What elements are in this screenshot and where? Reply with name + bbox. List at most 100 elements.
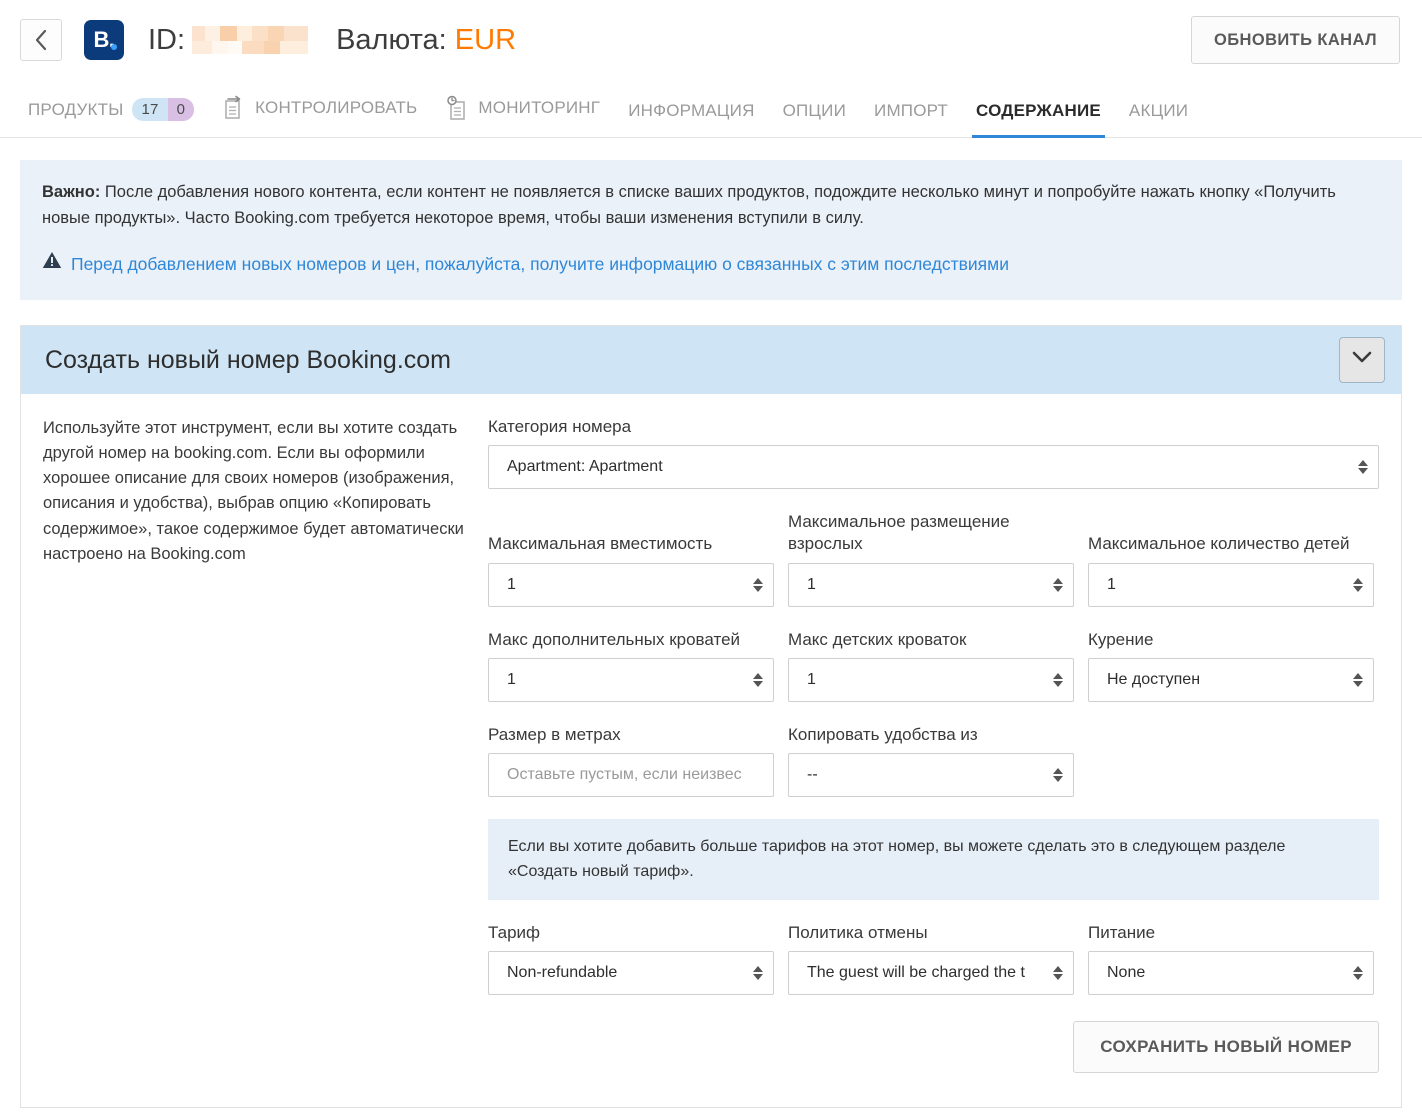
tab-control[interactable]: КОНТРОЛИРОВАТЬ <box>208 80 431 137</box>
cancellation-policy-value: The guest will be charged the t <box>807 964 1025 982</box>
tab-products[interactable]: ПРОДУКТЫ 17 0 <box>14 80 208 137</box>
copy-amenities-select[interactable]: -- <box>788 752 1074 797</box>
select-arrows-icon <box>1053 577 1063 592</box>
important-notice-banner: Важно: После добавления нового контента,… <box>20 160 1402 301</box>
rate-select[interactable]: Non-refundable <box>488 951 774 996</box>
field-room-category: Категория номера Apartment: Apartment <box>488 416 1379 490</box>
max-capacity-select[interactable]: 1 <box>488 562 774 607</box>
top-header-bar: B. ID: Валюта: EUR ОБНОВИТЬ КАНАЛ <box>0 0 1422 80</box>
tab-products-label: ПРОДУКТЫ <box>28 99 124 119</box>
room-category-select[interactable]: Apartment: Apartment <box>488 445 1379 490</box>
notice-warning-row: Перед добавлением новых номеров и цен, п… <box>42 251 1380 278</box>
max-children-label: Максимальное количество детей <box>1088 534 1350 554</box>
max-capacity-value: 1 <box>507 575 516 593</box>
select-arrows-icon <box>1353 672 1363 687</box>
select-arrows-icon <box>1053 767 1063 782</box>
select-arrows-icon <box>1053 672 1063 687</box>
max-extra-beds-select[interactable]: 1 <box>488 657 774 702</box>
room-category-value: Apartment: Apartment <box>507 458 663 476</box>
tab-promotions-label: АКЦИИ <box>1128 101 1189 120</box>
notice-text: Важно: После добавления нового контента,… <box>42 180 1380 231</box>
max-children-select[interactable]: 1 <box>1088 562 1374 607</box>
max-cribs-value: 1 <box>807 670 816 688</box>
max-cribs-label: Макс детских кроваток <box>788 629 967 649</box>
back-button[interactable] <box>20 19 62 61</box>
tab-information[interactable]: ИНФОРМАЦИЯ <box>614 80 768 137</box>
tab-monitoring[interactable]: МОНИТОРИНГ <box>431 80 614 137</box>
rate-label: Тариф <box>488 923 541 943</box>
size-meters-placeholder: Оставьте пустым, если неизвес <box>507 765 742 783</box>
panel-header: Создать новый номер Booking.com <box>21 326 1401 395</box>
size-meters-input[interactable]: Оставьте пустым, если неизвес <box>488 752 774 797</box>
save-new-room-button[interactable]: СОХРАНИТЬ НОВЫЙ НОМЕР <box>1073 1021 1379 1074</box>
tab-control-label: КОНТРОЛИРОВАТЬ <box>255 98 418 117</box>
notice-body: После добавления нового контента, если к… <box>42 183 1336 227</box>
update-channel-button[interactable]: ОБНОВИТЬ КАНАЛ <box>1191 16 1400 64</box>
max-adults-label: Максимальное размещение взрослых <box>788 512 1010 554</box>
smoking-select[interactable]: Не доступен <box>1088 657 1374 702</box>
tab-import[interactable]: ИМПОРТ <box>860 80 962 137</box>
rates-inline-note: Если вы хотите добавить больше тарифов н… <box>488 818 1379 901</box>
meal-plan-label: Питание <box>1088 923 1156 943</box>
panel-body: Используйте этот инструмент, если вы хот… <box>21 394 1401 1074</box>
copy-amenities-value: -- <box>807 765 818 783</box>
warning-triangle-icon <box>42 251 62 278</box>
field-cancellation-policy: Политика отмены The guest will be charge… <box>788 922 1074 996</box>
panel-collapse-button[interactable] <box>1339 337 1385 384</box>
panel-form: Категория номера Apartment: Apartment Ма… <box>488 416 1379 1074</box>
max-capacity-label: Максимальная вместимость <box>488 534 713 554</box>
field-smoking: Курение Не доступен <box>1088 629 1374 702</box>
select-arrows-icon <box>1053 966 1063 981</box>
save-row: СОХРАНИТЬ НОВЫЙ НОМЕР <box>488 1021 1379 1074</box>
cancellation-policy-select[interactable]: The guest will be charged the t <box>788 951 1074 996</box>
field-max-extra-beds: Макс дополнительных кроватей 1 <box>488 629 774 702</box>
meal-plan-select[interactable]: None <box>1088 951 1374 996</box>
tab-content[interactable]: СОДЕРЖАНИЕ <box>962 80 1115 138</box>
booking-logo: B. <box>84 20 124 60</box>
field-copy-amenities: Копировать удобства из -- <box>788 724 1074 797</box>
chevron-down-icon <box>1352 351 1372 369</box>
max-extra-beds-value: 1 <box>507 670 516 688</box>
booking-logo-dot <box>111 44 117 50</box>
document-clock-icon <box>445 95 469 121</box>
tab-import-label: ИМПОРТ <box>874 101 949 120</box>
document-arrow-icon <box>222 95 246 121</box>
id-label: ID: <box>148 23 186 56</box>
tab-options[interactable]: ОПЦИИ <box>769 80 860 137</box>
meal-plan-value: None <box>1107 964 1146 982</box>
max-adults-select[interactable]: 1 <box>788 562 1074 607</box>
tab-information-label: ИНФОРМАЦИЯ <box>628 101 755 120</box>
select-arrows-icon <box>1353 577 1363 592</box>
select-arrows-icon <box>753 966 763 981</box>
max-extra-beds-label: Макс дополнительных кроватей <box>488 629 741 649</box>
notice-strong: Важно: <box>42 183 101 201</box>
field-rate: Тариф Non-refundable <box>488 922 774 996</box>
cancellation-policy-label: Политика отмены <box>788 923 928 943</box>
products-count-left: 17 <box>132 98 168 121</box>
field-meal-plan: Питание None <box>1088 922 1374 996</box>
tab-promotions[interactable]: АКЦИИ <box>1115 80 1202 137</box>
room-category-label: Категория номера <box>488 417 632 437</box>
max-cribs-select[interactable]: 1 <box>788 657 1074 702</box>
smoking-label: Курение <box>1088 629 1154 649</box>
tab-content-label: СОДЕРЖАНИЕ <box>976 101 1101 120</box>
field-max-children: Максимальное количество детей 1 <box>1088 533 1374 607</box>
max-adults-value: 1 <box>807 575 816 593</box>
products-count-badge: 17 0 <box>132 98 195 121</box>
notice-link[interactable]: Перед добавлением новых номеров и цен, п… <box>71 251 1009 278</box>
smoking-value: Не доступен <box>1107 670 1201 688</box>
id-value-redacted <box>192 26 309 54</box>
field-max-adults: Максимальное размещение взрослых 1 <box>788 511 1074 607</box>
select-arrows-icon <box>1358 460 1368 475</box>
field-size-meters: Размер в метрах Оставьте пустым, если не… <box>488 724 774 797</box>
currency-value: EUR <box>454 23 517 56</box>
tab-bar: ПРОДУКТЫ 17 0 КОНТРОЛИРОВАТЬ МОНИТОРИНГ … <box>0 80 1422 138</box>
select-arrows-icon <box>753 577 763 592</box>
select-arrows-icon <box>1353 966 1363 981</box>
field-max-cribs: Макс детских кроваток 1 <box>788 629 1074 702</box>
size-meters-label: Размер в метрах <box>488 724 621 744</box>
panel-title: Создать новый номер Booking.com <box>45 345 451 374</box>
copy-amenities-label: Копировать удобства из <box>788 724 978 744</box>
products-count-right: 0 <box>167 98 195 121</box>
rate-value: Non-refundable <box>507 964 618 982</box>
